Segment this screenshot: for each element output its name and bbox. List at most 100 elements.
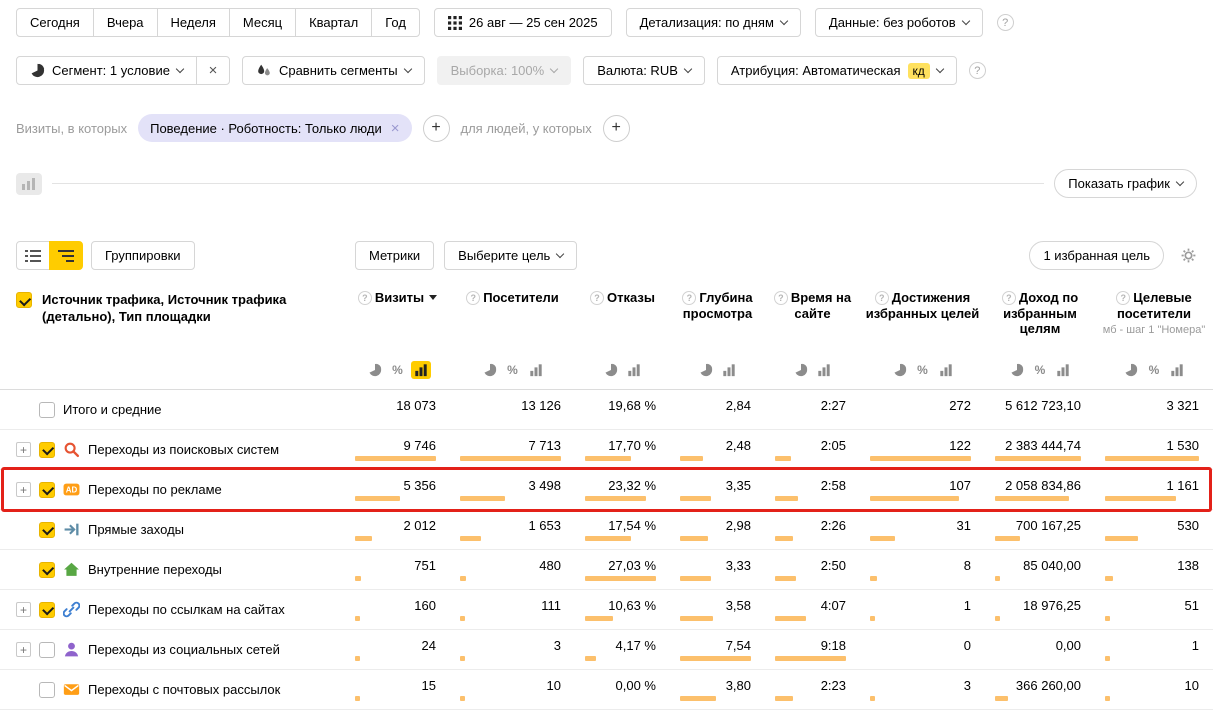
row-label[interactable]: Итого и средние — [63, 402, 161, 417]
row-checkbox[interactable] — [39, 442, 55, 458]
percent-toggle-icon[interactable]: % — [503, 361, 523, 379]
metric-bar — [870, 536, 895, 541]
row-checkbox[interactable] — [39, 522, 55, 538]
choose-goal-button[interactable]: Выберите цель — [444, 241, 577, 270]
percent-toggle-icon[interactable]: % — [1144, 361, 1164, 379]
segment-toolbar: Сегмент: 1 условие × Сравнить сегменты В… — [0, 37, 1213, 85]
currency-button[interactable]: Валюта: RUB — [583, 56, 705, 85]
expand-row-button[interactable]: + — [16, 642, 31, 657]
row-checkbox[interactable] — [39, 682, 55, 698]
help-icon[interactable]: ? — [997, 14, 1014, 31]
row-checkbox[interactable] — [39, 402, 55, 418]
row-name-cell: + AD Переходы по рекламе — [0, 470, 345, 509]
flat-list-view-button[interactable] — [16, 241, 50, 270]
chevron-down-icon — [176, 65, 184, 73]
row-checkbox[interactable] — [39, 482, 55, 498]
bars-toggle-icon[interactable] — [624, 361, 644, 379]
compare-segments-button[interactable]: Сравнить сегменты — [242, 56, 425, 85]
metric-cell: 1 161 — [1095, 470, 1213, 509]
add-visit-condition-button[interactable]: + — [423, 115, 450, 142]
period-button-4[interactable]: Месяц — [229, 8, 296, 37]
period-button-5[interactable]: Квартал — [295, 8, 372, 37]
dimension-header[interactable]: Источник трафика, Источник трафика (дета… — [42, 292, 337, 326]
expand-row-button[interactable]: + — [16, 602, 31, 617]
favorite-goal-button[interactable]: 1 избранная цель — [1029, 241, 1164, 270]
metric-bar — [680, 696, 716, 701]
pie-toggle-icon[interactable] — [480, 361, 500, 379]
pie-toggle-icon[interactable] — [365, 361, 385, 379]
column-header[interactable]: ?Визиты % — [345, 278, 450, 389]
row-checkbox[interactable] — [39, 562, 55, 578]
detalization-button[interactable]: Детализация: по дням — [626, 8, 801, 37]
row-label[interactable]: Переходы с почтовых рассылок — [88, 682, 280, 697]
pie-toggle-icon[interactable] — [1121, 361, 1141, 379]
metric-value: 18 976,25 — [995, 598, 1081, 613]
percent-toggle-icon[interactable]: % — [913, 361, 933, 379]
row-label[interactable]: Переходы из социальных сетей — [88, 642, 280, 657]
chip-close-icon[interactable]: × — [391, 121, 400, 136]
column-header[interactable]: ?Достижения избранных целей % — [860, 278, 985, 389]
chart-mini-icon[interactable] — [16, 173, 42, 195]
attribution-button[interactable]: Атрибуция: Автоматическая кд — [717, 56, 957, 85]
data-mode-button[interactable]: Данные: без роботов — [815, 8, 983, 37]
period-button-2[interactable]: Вчера — [93, 8, 158, 37]
metrics-button[interactable]: Метрики — [355, 241, 434, 270]
bars-toggle-icon[interactable] — [1167, 361, 1187, 379]
calendar-icon — [448, 16, 462, 30]
groupings-button[interactable]: Группировки — [91, 241, 195, 270]
pie-toggle-icon[interactable] — [1007, 361, 1027, 379]
bars-toggle-icon[interactable] — [814, 361, 834, 379]
metric-cell: 51 — [1095, 590, 1213, 629]
column-header[interactable]: ?Глубина просмотра — [670, 278, 765, 389]
segment-condition-chip[interactable]: Поведение · Роботность: Только люди × — [138, 114, 411, 142]
column-help-icon: ? — [774, 291, 788, 305]
row-label[interactable]: Прямые заходы — [88, 522, 184, 537]
percent-toggle-icon[interactable]: % — [1030, 361, 1050, 379]
sampling-button[interactable]: Выборка: 100% — [437, 56, 572, 85]
percent-toggle-icon[interactable]: % — [388, 361, 408, 379]
pie-toggle-icon[interactable] — [696, 361, 716, 379]
row-label[interactable]: Внутренние переходы — [88, 562, 222, 577]
tree-view-button[interactable] — [49, 241, 83, 270]
period-button-3[interactable]: Неделя — [157, 8, 230, 37]
period-button-6[interactable]: Год — [371, 8, 420, 37]
add-people-condition-button[interactable]: + — [603, 115, 630, 142]
metric-bar — [995, 576, 1000, 581]
period-button-1[interactable]: Сегодня — [16, 8, 94, 37]
pie-toggle-icon[interactable] — [890, 361, 910, 379]
column-header[interactable]: ?Время на сайте — [765, 278, 860, 389]
expand-row-button[interactable]: + — [16, 442, 31, 457]
help-icon[interactable]: ? — [969, 62, 986, 79]
column-header[interactable]: ?Отказы — [575, 278, 670, 389]
column-header[interactable]: ?Доход по избранным целям % — [985, 278, 1095, 389]
metric-value: 751 — [355, 558, 436, 573]
row-checkbox[interactable] — [39, 602, 55, 618]
pie-toggle-icon[interactable] — [601, 361, 621, 379]
metric-value: 31 — [870, 518, 971, 533]
metric-cell: 15 — [345, 670, 450, 709]
bars-toggle-icon[interactable] — [719, 361, 739, 379]
expand-row-button[interactable]: + — [16, 482, 31, 497]
select-all-checkbox[interactable] — [16, 292, 32, 308]
show-chart-button[interactable]: Показать график — [1054, 169, 1197, 198]
table-row: + AD Переходы по рекламе 5 3563 49823,32… — [0, 470, 1213, 510]
bars-toggle-icon[interactable] — [936, 361, 956, 379]
bars-toggle-icon[interactable] — [526, 361, 546, 379]
table-row: + Переходы из социальных сетей 2434,17 %… — [0, 630, 1213, 670]
metric-bar — [870, 576, 877, 581]
date-range-button[interactable]: 26 авг — 25 сен 2025 — [434, 8, 612, 37]
bars-toggle-icon[interactable] — [411, 361, 431, 379]
chevron-down-icon — [684, 65, 692, 73]
row-checkbox[interactable] — [39, 642, 55, 658]
segment-button[interactable]: Сегмент: 1 условие — [16, 56, 197, 85]
column-header[interactable]: ?Целевые посетители мб - шаг 1 "Номера" … — [1095, 278, 1213, 389]
pie-toggle-icon[interactable] — [791, 361, 811, 379]
row-label[interactable]: Переходы по ссылкам на сайтах — [88, 602, 285, 617]
bars-toggle-icon[interactable] — [1053, 361, 1073, 379]
segment-clear-button[interactable]: × — [196, 56, 230, 85]
gear-icon[interactable] — [1180, 247, 1197, 264]
column-header[interactable]: ?Посетители % — [450, 278, 575, 389]
column-label: Визиты — [375, 290, 424, 305]
row-label[interactable]: Переходы из поисковых систем — [88, 442, 279, 457]
row-label[interactable]: Переходы по рекламе — [88, 482, 222, 497]
